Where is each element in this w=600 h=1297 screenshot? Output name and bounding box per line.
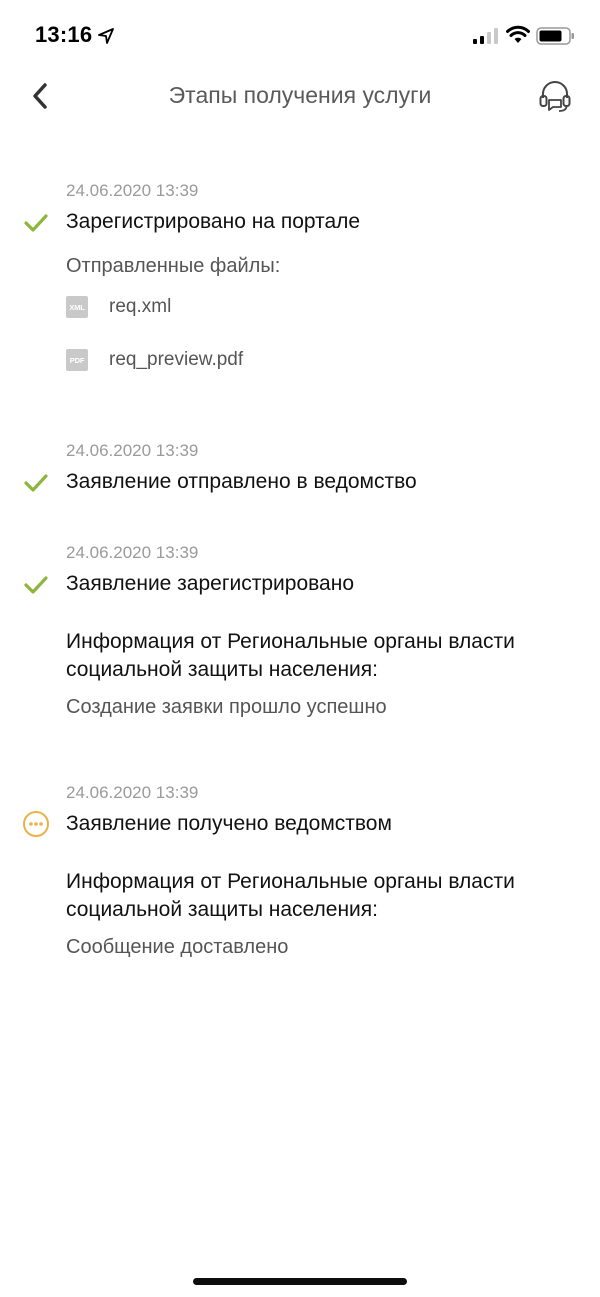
wifi-icon <box>506 25 530 43</box>
info-heading: Информация от Региональные органы власти… <box>66 630 515 681</box>
navigation-bar: Этапы получения услуги <box>0 70 600 126</box>
headset-support-icon <box>539 81 571 112</box>
checkmark-icon <box>22 209 50 237</box>
status-bar: 13:16 <box>0 0 600 70</box>
file-name: req_preview.pdf <box>109 349 244 370</box>
step-title: Зарегистрировано на портале <box>66 210 361 233</box>
chevron-left-icon <box>33 83 47 109</box>
file-item[interactable]: PDF req_preview.pdf <box>66 347 243 373</box>
step-title: Заявление получено ведомством <box>66 812 392 835</box>
info-heading: Информация от Региональные органы власти… <box>66 870 515 921</box>
step-title: Заявление зарегистрировано <box>66 572 355 595</box>
xml-file-icon: XML <box>66 296 88 318</box>
step-date: 24.06.2020 13:39 <box>66 783 199 802</box>
info-message: Сообщение доставлено <box>66 936 289 958</box>
cellular-signal-icon <box>473 28 498 44</box>
checkmark-icon <box>22 571 50 599</box>
sent-files-label: Отправленные файлы: <box>66 255 281 277</box>
page-title: Этапы получения услуги <box>168 82 432 108</box>
status-time: 13:16 <box>35 22 93 47</box>
back-button[interactable] <box>22 78 58 114</box>
step-date: 24.06.2020 13:39 <box>66 181 199 200</box>
file-name: req.xml <box>109 296 172 317</box>
battery-icon <box>536 27 574 45</box>
step-date: 24.06.2020 13:39 <box>66 441 199 460</box>
support-button[interactable] <box>535 76 575 116</box>
step-title: Заявление отправлено в ведомство <box>66 470 417 493</box>
in-progress-icon <box>22 810 50 838</box>
checkmark-icon <box>22 469 50 497</box>
file-item[interactable]: XML req.xml <box>66 294 171 320</box>
location-arrow-icon <box>98 28 114 44</box>
pdf-file-icon: PDF <box>66 349 88 371</box>
home-indicator[interactable] <box>193 1278 407 1285</box>
step-date: 24.06.2020 13:39 <box>66 543 199 562</box>
info-message: Создание заявки прошло успешно <box>66 696 387 718</box>
